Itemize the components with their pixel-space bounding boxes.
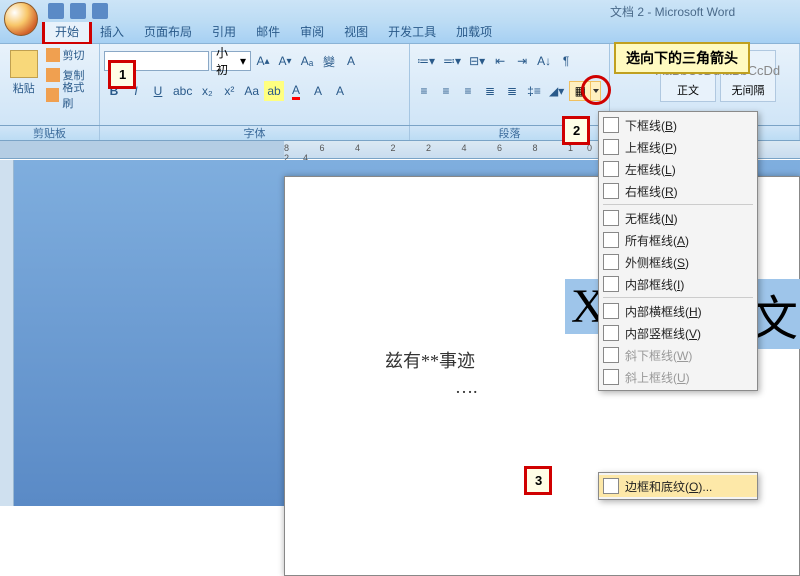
numbering-button[interactable]: ≕▾ — [440, 51, 464, 71]
tab-home[interactable]: 开始 — [44, 19, 90, 43]
align-left-button[interactable]: ≡ — [414, 81, 434, 101]
line-spacing-button[interactable]: ‡≡ — [524, 81, 544, 101]
font-color-button[interactable]: A — [286, 81, 306, 101]
selection-margin[interactable] — [0, 160, 14, 506]
tab-view[interactable]: 视图 — [334, 20, 378, 43]
annotation-1: 1 — [108, 60, 136, 89]
border-type-icon — [603, 303, 619, 319]
copy-icon — [46, 68, 60, 82]
sort-button[interactable]: A↓ — [534, 51, 554, 71]
show-marks-button[interactable]: ¶ — [556, 51, 576, 71]
border-type-icon — [603, 232, 619, 248]
tab-developer[interactable]: 开发工具 — [378, 20, 446, 43]
superscript-button[interactable]: x² — [219, 81, 239, 101]
menu-item-A[interactable]: 所有框线(A) — [599, 229, 757, 251]
borders-splitbutton[interactable]: ▦ — [569, 81, 601, 101]
indent-dec-button[interactable]: ⇤ — [490, 51, 510, 71]
border-type-icon — [603, 369, 619, 385]
tab-layout[interactable]: 页面布局 — [134, 20, 202, 43]
align-center-button[interactable]: ≡ — [436, 81, 456, 101]
menu-item-N[interactable]: 无框线(N) — [599, 207, 757, 229]
annotation-tip: 选向下的三角箭头 — [614, 42, 750, 74]
label-font: 字体 — [100, 126, 410, 140]
doc-line-1[interactable]: 兹有**事迹 — [385, 347, 475, 373]
label-clipboard: 剪贴板 — [0, 126, 100, 140]
chevron-down-icon: ▾ — [240, 54, 246, 68]
shading-button[interactable]: ◢▾ — [546, 81, 567, 101]
char-border-button[interactable]: A — [330, 81, 350, 101]
border-type-icon — [603, 183, 619, 199]
menu-item-S[interactable]: 外侧框线(S) — [599, 251, 757, 273]
borders-menu: 下框线(B)上框线(P)左框线(L)右框线(R) 无框线(N)所有框线(A)外侧框… — [598, 111, 758, 391]
qat-save-icon[interactable] — [48, 3, 64, 19]
borders-menu-bottom: 边框和底纹(O)... — [598, 472, 758, 500]
border-type-icon — [603, 117, 619, 133]
qat-redo-icon[interactable] — [92, 3, 108, 19]
border-type-icon — [603, 325, 619, 341]
window-title: 文档 2 - Microsoft Word — [610, 3, 735, 20]
strike-button[interactable]: abc — [170, 81, 195, 101]
border-type-icon — [603, 161, 619, 177]
paste-button[interactable]: 粘贴 — [4, 46, 44, 104]
group-font: 小初▾ A▴ A▾ Aₐ 變 A B I U abc x₂ x² Aa ab A… — [100, 44, 410, 125]
menu-item-H[interactable]: 内部横框线(H) — [599, 300, 757, 322]
bullets-button[interactable]: ≔▾ — [414, 51, 438, 71]
borders-shading-icon — [603, 478, 619, 494]
border-type-icon — [603, 347, 619, 363]
qat-undo-icon[interactable] — [70, 3, 86, 19]
change-case-button[interactable]: Aa — [241, 81, 262, 101]
menu-item-U: 斜上框线(U) — [599, 366, 757, 388]
underline-button[interactable]: U — [148, 81, 168, 101]
tab-insert[interactable]: 插入 — [90, 20, 134, 43]
menu-item-borders-and-shading[interactable]: 边框和底纹(O)... — [599, 475, 757, 497]
multilevel-button[interactable]: ⊟▾ — [466, 51, 488, 71]
ribbon-tabs: 开始 插入 页面布局 引用 邮件 审阅 视图 开发工具 加载项 — [0, 22, 800, 44]
format-painter-button[interactable]: 格式刷 — [46, 86, 95, 104]
menu-item-V[interactable]: 内部竖框线(V) — [599, 322, 757, 344]
shrink-font-button[interactable]: A▾ — [275, 51, 295, 71]
scissors-icon — [46, 48, 60, 62]
clear-format-button[interactable]: Aₐ — [297, 51, 317, 71]
phonetic-button[interactable]: 變 — [319, 51, 339, 71]
tab-addins[interactable]: 加载项 — [446, 20, 502, 43]
menu-item-P[interactable]: 上框线(P) — [599, 136, 757, 158]
highlight-button[interactable]: ab — [264, 81, 284, 101]
ruler-margin — [0, 141, 284, 158]
paste-label: 粘贴 — [13, 80, 35, 96]
paste-icon — [10, 50, 38, 78]
brush-icon — [46, 88, 60, 102]
title-bar: 文档 2 - Microsoft Word — [0, 0, 800, 22]
menu-item-W: 斜下框线(W) — [599, 344, 757, 366]
cut-button[interactable]: 剪切 — [46, 46, 95, 64]
tab-review[interactable]: 审阅 — [290, 20, 334, 43]
align-right-button[interactable]: ≡ — [458, 81, 478, 101]
char-shading-button[interactable]: A — [308, 81, 328, 101]
annotation-2: 2 — [562, 116, 590, 145]
group-paragraph: ≔▾ ≕▾ ⊟▾ ⇤ ⇥ A↓ ¶ ≡ ≡ ≡ ≣ ≣ ‡≡ ◢▾ ▦ — [410, 44, 610, 125]
indent-inc-button[interactable]: ⇥ — [512, 51, 532, 71]
doc-line-2[interactable]: …. — [455, 377, 478, 398]
enclose-button[interactable]: A — [341, 51, 361, 71]
grow-font-button[interactable]: A▴ — [253, 51, 273, 71]
office-button[interactable] — [4, 2, 38, 36]
tab-references[interactable]: 引用 — [202, 20, 246, 43]
menu-item-I[interactable]: 内部框线(I) — [599, 273, 757, 295]
menu-item-R[interactable]: 右框线(R) — [599, 180, 757, 202]
border-type-icon — [603, 210, 619, 226]
annotation-3: 3 — [524, 466, 552, 495]
border-type-icon — [603, 254, 619, 270]
menu-item-B[interactable]: 下框线(B) — [599, 114, 757, 136]
tab-mailings[interactable]: 邮件 — [246, 20, 290, 43]
border-type-icon — [603, 276, 619, 292]
justify-button[interactable]: ≣ — [480, 81, 500, 101]
border-type-icon — [603, 139, 619, 155]
group-clipboard: 粘贴 剪切 复制 格式刷 — [0, 44, 100, 125]
subscript-button[interactable]: x₂ — [197, 81, 217, 101]
font-size-combo[interactable]: 小初▾ — [211, 51, 251, 71]
menu-item-L[interactable]: 左框线(L) — [599, 158, 757, 180]
distribute-button[interactable]: ≣ — [502, 81, 522, 101]
annotation-circle — [581, 75, 611, 105]
